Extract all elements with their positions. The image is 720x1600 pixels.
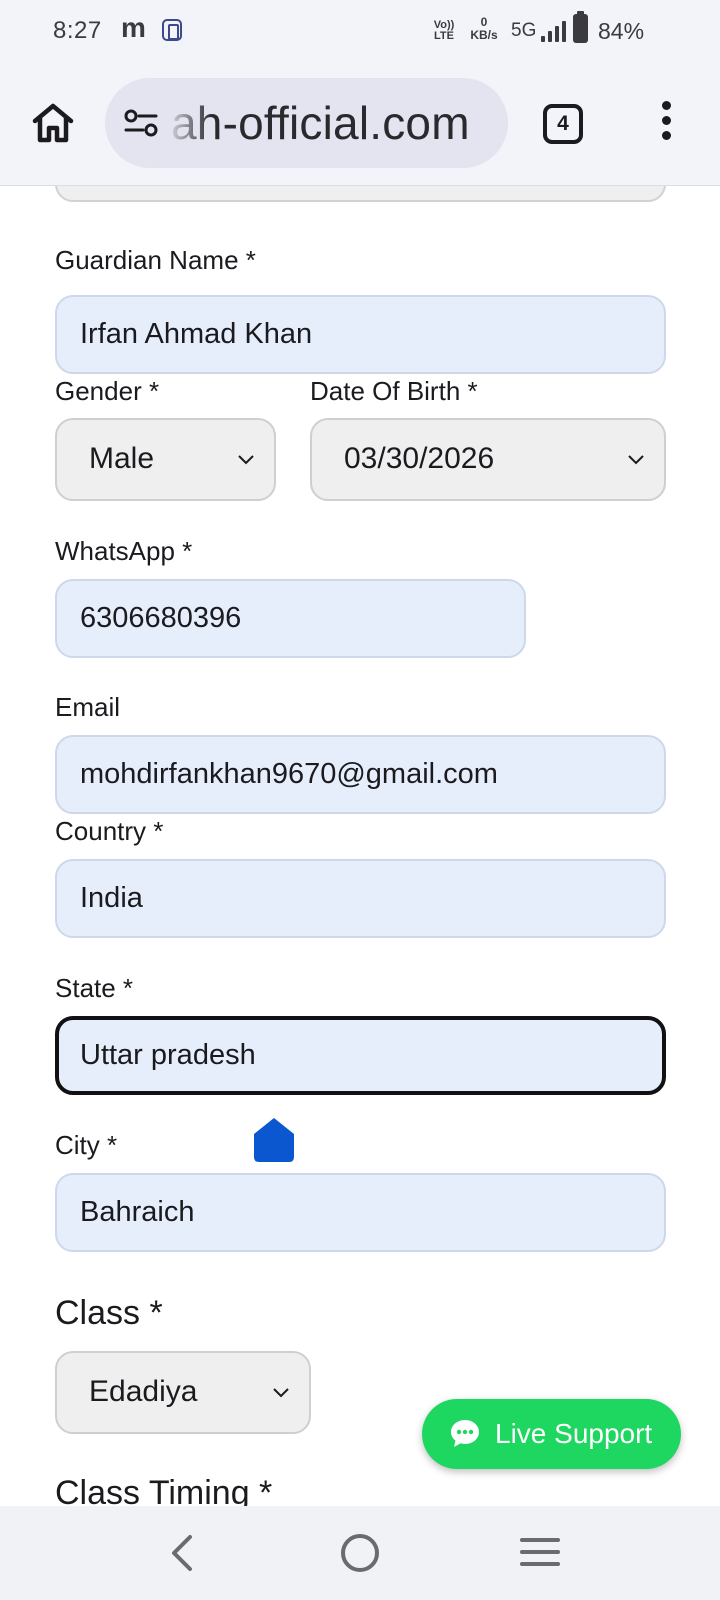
network-speed: 0 KB/s	[470, 15, 498, 42]
state-input[interactable]: Uttar pradesh	[55, 1016, 666, 1095]
guardian-name-input[interactable]: Irfan Ahmad Khan	[55, 295, 666, 374]
country-label: Country *	[55, 816, 164, 846]
country-input[interactable]: India	[55, 859, 666, 938]
address-bar[interactable]: ah-official.com	[105, 78, 508, 168]
city-input[interactable]: Bahraich	[55, 1173, 666, 1252]
nav-back-icon[interactable]	[165, 1533, 199, 1573]
live-support-label: Live Support	[495, 1418, 653, 1449]
gender-label: Gender *	[55, 376, 160, 406]
registration-form: Guardian Name * Irfan Ahmad Khan Gender …	[0, 186, 720, 1506]
class-timing-heading: Class Timing *	[55, 1474, 273, 1506]
class-heading: Class *	[55, 1294, 163, 1332]
battery-percent: 84%	[598, 18, 645, 44]
url-text[interactable]: ah-official.com	[171, 96, 470, 150]
previous-field[interactable]	[55, 186, 666, 202]
text-cursor-handle[interactable]	[253, 1117, 295, 1163]
signal-icon	[541, 20, 567, 42]
battery-icon	[573, 11, 588, 43]
whatsapp-label: WhatsApp *	[55, 536, 193, 566]
city-label: City *	[55, 1130, 118, 1160]
system-nav-bar	[0, 1506, 720, 1600]
volte-indicator: Vo)) LTE	[433, 19, 455, 42]
site-settings-icon[interactable]	[123, 108, 159, 138]
guardian-name-label: Guardian Name *	[55, 245, 256, 275]
more-menu-icon[interactable]	[659, 101, 673, 147]
chevron-down-icon	[628, 455, 644, 465]
email-label: Email	[55, 692, 121, 722]
chevron-down-icon	[273, 1388, 289, 1398]
chat-bubble-icon	[451, 1420, 479, 1447]
notification-app-icon: m	[121, 12, 146, 43]
nav-recents-icon[interactable]	[520, 1536, 560, 1568]
gender-select[interactable]: Male	[55, 418, 276, 501]
dob-select[interactable]: 03/30/2026	[310, 418, 666, 501]
status-time: 8:27	[53, 17, 102, 44]
state-label: State *	[55, 973, 134, 1003]
status-bar: 8:27 m Vo)) LTE 0 KB/s 5G 84%	[0, 0, 720, 64]
chevron-down-icon	[238, 455, 254, 465]
email-input[interactable]: mohdirfankhan9670@gmail.com	[55, 735, 666, 814]
browser-toolbar: ah-official.com 4	[0, 64, 720, 186]
live-support-button[interactable]: Live Support	[422, 1399, 681, 1469]
whatsapp-input[interactable]: 6306680396	[55, 579, 526, 658]
notification-app2-icon	[162, 19, 182, 41]
nav-home-icon[interactable]	[341, 1534, 379, 1572]
network-type: 5G	[511, 20, 537, 41]
home-icon[interactable]	[30, 100, 76, 146]
tab-switcher-icon[interactable]: 4	[543, 104, 583, 144]
class-select[interactable]: Edadiya	[55, 1351, 311, 1434]
dob-label: Date Of Birth *	[310, 376, 478, 406]
